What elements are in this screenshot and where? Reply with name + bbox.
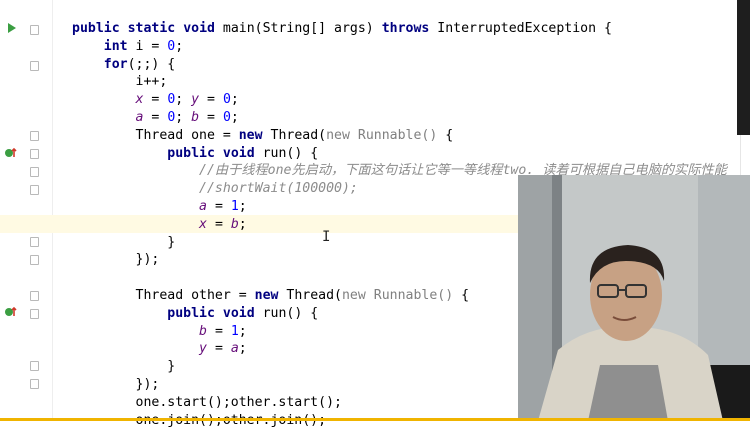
implement-method-icon[interactable]	[4, 306, 18, 318]
code-line[interactable]: //shortWait(100000);	[72, 180, 358, 198]
editor-gutter[interactable]	[0, 0, 52, 421]
code-line[interactable]: }	[72, 234, 175, 252]
code-line[interactable]: }	[72, 358, 175, 376]
code-line[interactable]: });	[72, 251, 160, 269]
fold-marker[interactable]	[30, 237, 39, 247]
code-line[interactable]: a = 1;	[72, 198, 247, 216]
code-line[interactable]: x = 0; y = 0;	[72, 91, 239, 109]
fold-marker[interactable]	[30, 379, 39, 389]
gutter-separator	[52, 0, 53, 421]
code-line[interactable]: b = 1;	[72, 323, 247, 341]
run-arrow-icon[interactable]	[8, 23, 16, 33]
code-line[interactable]: x = b;	[72, 216, 247, 234]
fold-marker[interactable]	[30, 167, 39, 177]
fold-marker[interactable]	[30, 149, 39, 159]
code-line[interactable]: public void run() {	[72, 145, 318, 163]
code-line[interactable]: i++;	[72, 73, 168, 91]
side-panel-edge	[737, 0, 750, 135]
fold-marker[interactable]	[30, 309, 39, 319]
fold-marker[interactable]	[30, 291, 39, 301]
code-line[interactable]: int i = 0;	[72, 38, 183, 56]
fold-marker[interactable]	[30, 61, 39, 71]
code-line[interactable]: one.start();other.start();	[72, 394, 342, 412]
code-line[interactable]: Thread one = new Thread(new Runnable() {	[72, 127, 454, 145]
code-line[interactable]: public void run() {	[72, 305, 318, 323]
fold-marker[interactable]	[30, 185, 39, 195]
fold-marker[interactable]	[30, 255, 39, 265]
code-line[interactable]: public static void main(String[] args) t…	[72, 20, 612, 38]
text-cursor-icon: I	[322, 229, 331, 245]
fold-marker[interactable]	[30, 25, 39, 35]
code-line[interactable]: });	[72, 376, 160, 394]
code-line[interactable]: y = a;	[72, 340, 247, 358]
code-line[interactable]: Thread other = new Thread(new Runnable()…	[72, 287, 470, 305]
fold-marker[interactable]	[30, 361, 39, 371]
webcam-overlay	[518, 175, 750, 421]
implement-method-icon[interactable]	[4, 147, 18, 159]
fold-marker[interactable]	[30, 131, 39, 141]
code-line[interactable]: a = 0; b = 0;	[72, 109, 239, 127]
code-line[interactable]: for(;;) {	[72, 56, 175, 74]
